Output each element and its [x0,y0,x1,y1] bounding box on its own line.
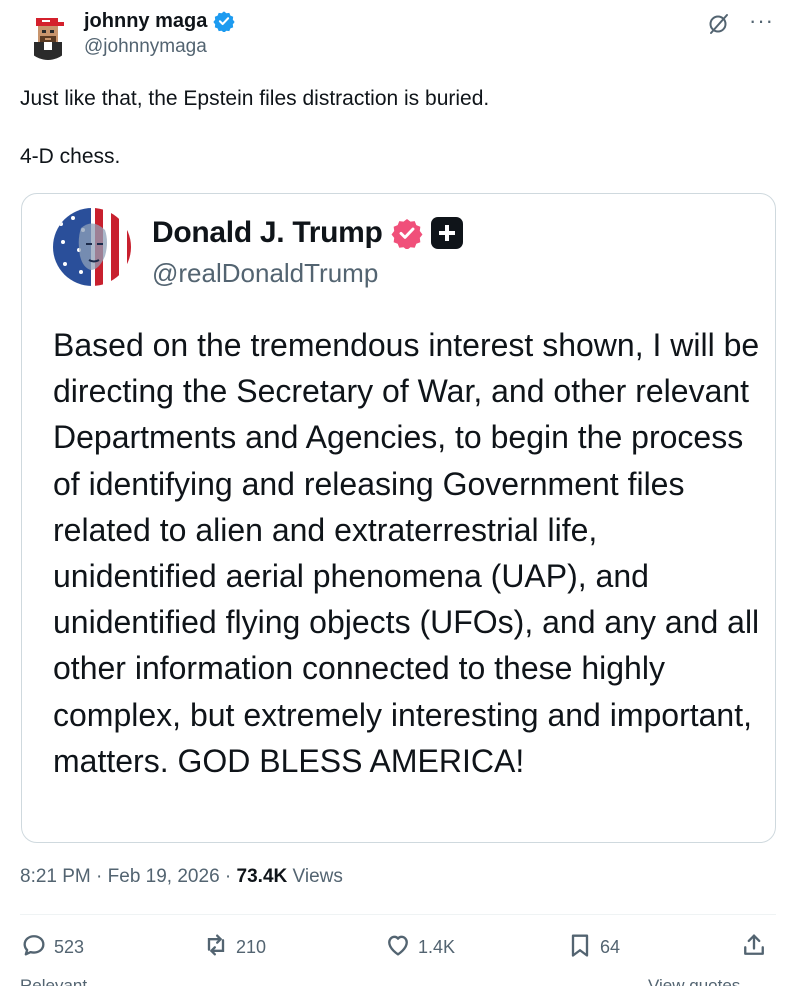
verified-badge-icon[interactable] [213,10,235,33]
like-count: 1.4K [418,936,456,957]
like-icon [384,931,412,964]
author-avatar[interactable] [24,12,72,60]
view-quotes-link[interactable]: View quotes [648,976,740,986]
relevant-label[interactable]: Relevant [20,976,87,986]
bookmark-icon [566,931,594,964]
share-button[interactable] [740,928,768,966]
plus-badge-icon [430,217,463,249]
views-label: Views [292,866,343,887]
repost-count: 210 [236,936,267,957]
repost-button[interactable]: 210 [202,928,266,966]
share-icon [740,931,768,964]
meta-separator: · [96,866,103,887]
tweet-text: Just like that, the Epstein files distra… [20,87,490,168]
bookmark-count: 64 [600,936,621,957]
tweet-time[interactable]: 8:21 PM [20,866,91,887]
quoted-verified-badge-icon [391,217,423,250]
repost-icon [202,931,230,964]
tweet: johnny maga @johnnymaga ··· Just like th… [0,0,788,986]
tweet-top-actions: ··· [707,10,774,36]
tweet-date[interactable]: Feb 19, 2026 [108,866,220,887]
quoted-display-name[interactable]: Donald J. Trump [152,216,383,250]
meta-separator: · [224,866,232,887]
bookmark-button[interactable]: 64 [566,928,620,966]
author-display-name[interactable]: johnny maga [84,10,207,33]
divider [20,914,776,915]
reply-icon [20,931,48,964]
quoted-tweet-card[interactable]: Donald J. Trump @realDonaldTrump Based o… [21,193,776,843]
more-icon[interactable]: ··· [749,10,774,32]
author-handle[interactable]: @johnnymaga [84,36,235,58]
quoted-author-info: Donald J. Trump @realDonaldTrump [152,212,463,289]
author-info: johnny maga @johnnymaga [84,8,235,58]
reply-count: 523 [54,936,85,957]
quoted-text: Based on the tremendous interest shown, … [53,327,760,779]
quoted-author-avatar[interactable] [53,208,131,286]
views-count: 73.4K [236,866,288,887]
tweet-meta: 8:21 PM · Feb 19, 2026 · 73.4K Views [20,866,343,888]
quoted-handle[interactable]: @realDonaldTrump [152,258,463,289]
like-button[interactable]: 1.4K [384,928,455,966]
action-bar: 523 210 1.4K 64 [20,928,776,968]
reply-button[interactable]: 523 [20,928,84,966]
grok-icon[interactable] [707,12,731,36]
